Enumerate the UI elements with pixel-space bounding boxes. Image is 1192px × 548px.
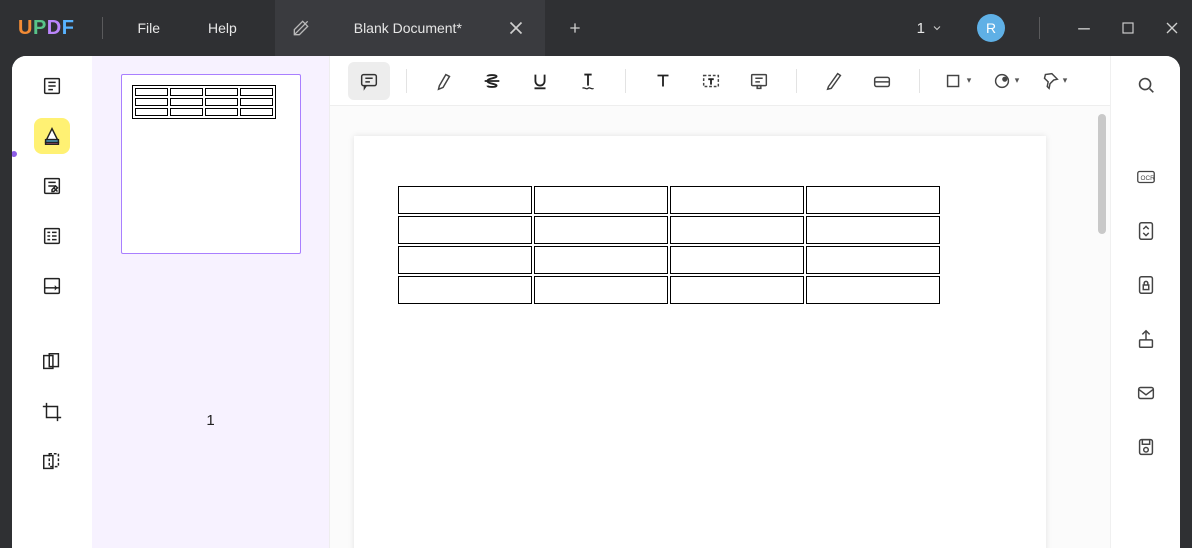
thumb-table-preview: [132, 85, 276, 119]
logo-letter: F: [62, 17, 75, 39]
minimize-button[interactable]: [1074, 18, 1094, 38]
new-tab-button[interactable]: [559, 12, 591, 44]
highlighter-tool[interactable]: [34, 118, 70, 154]
menu-help[interactable]: Help: [184, 20, 261, 36]
search-button[interactable]: [1131, 70, 1161, 100]
logo-letter: U: [18, 17, 33, 39]
pencil-tool[interactable]: [813, 62, 855, 100]
scrollbar-thumb[interactable]: [1098, 114, 1106, 234]
workspace: 1: [12, 56, 1180, 548]
right-sidebar: OCR: [1110, 56, 1180, 548]
reader-tool[interactable]: [34, 68, 70, 104]
separator: [796, 69, 797, 93]
textbox-tool[interactable]: [690, 62, 732, 100]
form-tool[interactable]: [34, 218, 70, 254]
menu-file[interactable]: File: [113, 20, 184, 36]
left-sidebar: [12, 56, 92, 548]
table-row[interactable]: [398, 186, 940, 214]
eraser-tool[interactable]: [861, 62, 903, 100]
chevron-down-icon: [931, 22, 943, 34]
annotation-toolbar: ▾ ▾ ▾: [330, 56, 1110, 106]
highlight-pen-tool[interactable]: [423, 62, 465, 100]
crop-tool[interactable]: [34, 394, 70, 430]
window-controls: 1 R: [917, 0, 1182, 56]
app-shell: UPDF File Help Blank Document* 1: [0, 0, 1192, 548]
edit-tool[interactable]: [34, 168, 70, 204]
save-button[interactable]: [1131, 432, 1161, 462]
table-cell[interactable]: [398, 186, 532, 214]
mail-button[interactable]: [1131, 378, 1161, 408]
protect-button[interactable]: [1131, 270, 1161, 300]
table-cell[interactable]: [534, 246, 668, 274]
table-cell[interactable]: [806, 186, 940, 214]
document-canvas[interactable]: [330, 106, 1110, 548]
tab-close-button[interactable]: [505, 17, 527, 39]
divider: [102, 17, 103, 39]
thumbnail-page-number: 1: [106, 412, 315, 429]
compare-tool[interactable]: [34, 344, 70, 380]
document-tab[interactable]: Blank Document*: [275, 0, 545, 56]
avatar-initial: R: [986, 20, 996, 36]
table-cell[interactable]: [398, 216, 532, 244]
page-setup-tool[interactable]: [34, 268, 70, 304]
maximize-button[interactable]: [1118, 18, 1138, 38]
page-thumbnail-1[interactable]: [121, 74, 301, 254]
table-cell[interactable]: [806, 246, 940, 274]
document-table[interactable]: [396, 184, 942, 306]
table-cell[interactable]: [398, 246, 532, 274]
table-row[interactable]: [398, 246, 940, 274]
app-logo[interactable]: UPDF: [18, 17, 74, 40]
comment-tool[interactable]: [348, 62, 390, 100]
shape-tool[interactable]: ▾: [936, 62, 978, 100]
thumbnail-panel: 1: [92, 56, 330, 548]
open-doc-count[interactable]: 1: [917, 20, 943, 37]
chevron-down-icon: ▾: [1015, 75, 1020, 86]
chevron-down-icon: ▾: [1063, 75, 1068, 86]
underline-tool[interactable]: [519, 62, 561, 100]
edit-slash-icon: [291, 18, 311, 38]
stamp-tool[interactable]: ▾: [984, 62, 1026, 100]
table-cell[interactable]: [806, 276, 940, 304]
table-cell[interactable]: [670, 216, 804, 244]
titlebar: UPDF File Help Blank Document* 1: [0, 0, 1192, 56]
squiggly-tool[interactable]: [567, 62, 609, 100]
table-cell[interactable]: [398, 276, 532, 304]
doc-count-label: 1: [917, 20, 925, 37]
pin-tool[interactable]: ▾: [1032, 62, 1074, 100]
redact-tool[interactable]: [34, 444, 70, 480]
ocr-button[interactable]: OCR: [1131, 162, 1161, 192]
convert-button[interactable]: [1131, 216, 1161, 246]
separator: [625, 69, 626, 93]
svg-text:OCR: OCR: [1140, 175, 1155, 182]
separator: [919, 69, 920, 93]
thumb-bottom-pad: [121, 254, 301, 326]
active-indicator-dot: [12, 151, 17, 157]
page-1[interactable]: [354, 136, 1046, 548]
separator: [406, 69, 407, 93]
logo-letter: P: [33, 17, 47, 39]
titlebar-left: UPDF File Help Blank Document*: [0, 0, 591, 56]
chevron-down-icon: ▾: [967, 75, 972, 86]
table-cell[interactable]: [534, 216, 668, 244]
center-pane: ▾ ▾ ▾: [330, 56, 1110, 548]
table-cell[interactable]: [534, 186, 668, 214]
table-row[interactable]: [398, 216, 940, 244]
text-tool[interactable]: [642, 62, 684, 100]
table-cell[interactable]: [670, 246, 804, 274]
share-button[interactable]: [1131, 324, 1161, 354]
table-cell[interactable]: [534, 276, 668, 304]
table-cell[interactable]: [670, 186, 804, 214]
logo-letter: D: [47, 17, 62, 39]
typewriter-tool[interactable]: [738, 62, 780, 100]
user-avatar[interactable]: R: [977, 14, 1005, 42]
table-cell[interactable]: [806, 216, 940, 244]
vertical-scrollbar[interactable]: [1098, 114, 1106, 540]
close-window-button[interactable]: [1162, 18, 1182, 38]
table-row[interactable]: [398, 276, 940, 304]
divider: [1039, 17, 1040, 39]
tab-title: Blank Document*: [321, 20, 495, 36]
table-cell[interactable]: [670, 276, 804, 304]
strikethrough-tool[interactable]: [471, 62, 513, 100]
